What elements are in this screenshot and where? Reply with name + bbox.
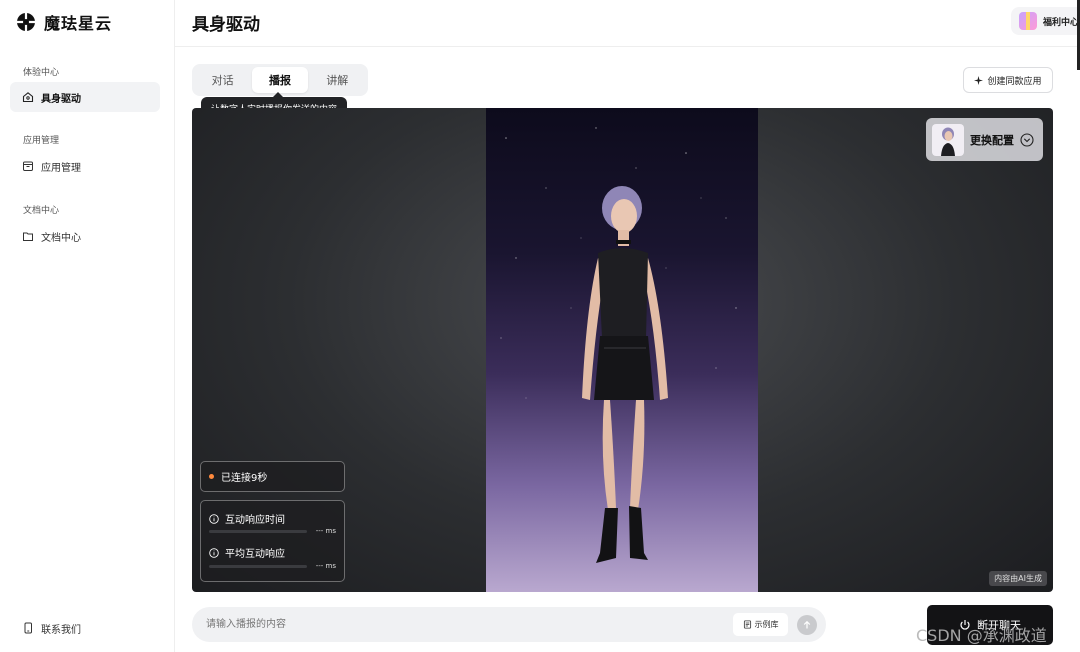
home-icon (22, 92, 34, 103)
info-icon (209, 547, 219, 558)
metric-value: --- ms (315, 527, 336, 535)
sidebar-item-label: 应用管理 (41, 162, 81, 174)
metric-bar (209, 530, 307, 533)
avatar-thumbnail (932, 123, 964, 156)
status-dot (209, 474, 214, 479)
page-title: 具身驱动 (192, 15, 260, 35)
box-icon (23, 161, 33, 171)
metric-bar (209, 565, 307, 568)
app: 魔珐星云 体验中心 具身驱动 应用管理 应用管理 文档中心 文档中心 联系我们 … (0, 0, 1080, 652)
send-button[interactable] (797, 615, 817, 635)
gift-icon (1019, 12, 1037, 30)
header-divider (175, 46, 1080, 47)
benefit-center-button[interactable]: 福利中心 (1011, 7, 1080, 35)
sparkle-icon (974, 75, 984, 85)
folder-icon (23, 232, 33, 241)
avatar-stage: 更换配置 已连接9秒 互动响应时间 --- ms 平均互动响应 --- ms 内… (192, 108, 1053, 592)
latency-metrics: 互动响应时间 --- ms 平均互动响应 --- ms (200, 500, 345, 582)
chevron-down-circle-icon (1020, 132, 1034, 147)
phone-icon (24, 622, 32, 634)
broadcast-input[interactable] (206, 615, 706, 634)
sidebar-item-label: 文档中心 (41, 232, 81, 244)
example-library-button[interactable]: 示例库 (733, 613, 788, 636)
benefit-center-label: 福利中心 (1043, 17, 1080, 28)
nav-group-title: 应用管理 (23, 136, 60, 146)
create-same-app-label: 创建同款应用 (987, 76, 1042, 87)
metric-row: 平均互动响应 (209, 545, 285, 560)
tab-explain[interactable]: 讲解 (310, 67, 365, 93)
sidebar-item-app-management[interactable]: 应用管理 (10, 151, 160, 181)
brand[interactable]: 魔珐星云 (16, 10, 112, 34)
watermark: CSDN @承渊政道 (916, 626, 1047, 645)
metric-label: 互动响应时间 (225, 515, 285, 526)
change-config-label: 更换配置 (970, 133, 1014, 147)
nav-group-title: 体验中心 (23, 68, 60, 78)
brand-name: 魔珐星云 (44, 14, 113, 33)
connection-status: 已连接9秒 (200, 461, 345, 492)
sidebar-item-embodied-drive[interactable]: 具身驱动 (10, 82, 160, 112)
metric-row: 互动响应时间 (209, 511, 285, 526)
sidebar: 魔珐星云 体验中心 具身驱动 应用管理 应用管理 文档中心 文档中心 联系我们 (0, 0, 175, 652)
metric-label: 平均互动响应 (225, 549, 285, 560)
sidebar-item-label: 具身驱动 (41, 93, 81, 105)
nav-group-title: 文档中心 (23, 206, 60, 216)
contact-us-label: 联系我们 (41, 624, 81, 636)
tab-broadcast[interactable]: 播报 (252, 67, 308, 93)
broadcast-input-bar: 示例库 (192, 607, 826, 642)
arrow-up-icon (803, 620, 811, 629)
tab-dialogue[interactable]: 对话 (195, 67, 250, 93)
avatar-video (486, 108, 758, 592)
ai-generated-badge: 内容由AI生成 (989, 571, 1047, 586)
contact-us-link[interactable]: 联系我们 (10, 614, 160, 642)
connection-status-text: 已连接9秒 (221, 473, 268, 484)
create-same-app-button[interactable]: 创建同款应用 (963, 67, 1053, 93)
info-icon (209, 513, 219, 524)
digital-human-figure (582, 186, 668, 563)
brand-logo-icon (17, 13, 35, 31)
book-icon (743, 620, 751, 629)
example-library-label: 示例库 (754, 620, 779, 629)
sidebar-item-docs[interactable]: 文档中心 (10, 221, 160, 251)
metric-value: --- ms (315, 562, 336, 570)
change-config-button[interactable]: 更换配置 (926, 118, 1043, 161)
